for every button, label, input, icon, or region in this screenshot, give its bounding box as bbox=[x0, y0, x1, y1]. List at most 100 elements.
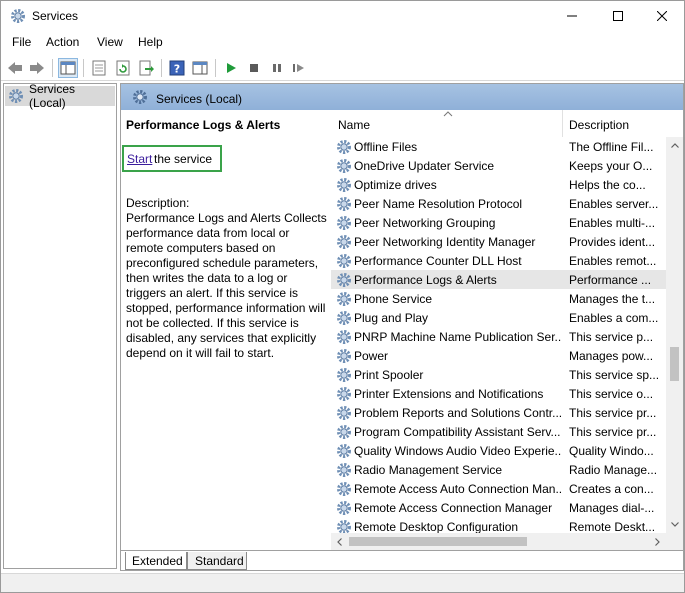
service-description: Manages dial-... bbox=[569, 501, 655, 515]
column-header-name[interactable]: Name bbox=[331, 110, 563, 137]
services-gear-icon bbox=[9, 89, 23, 103]
service-gear-icon bbox=[337, 178, 351, 192]
action-pane-button[interactable] bbox=[190, 58, 210, 78]
start-service-link[interactable]: Start bbox=[127, 152, 152, 166]
table-row[interactable]: Offline Files The Offline Fil... bbox=[331, 137, 666, 156]
service-description: Enables multi-... bbox=[569, 216, 656, 230]
table-row[interactable]: Peer Name Resolution Protocol Enables ser… bbox=[331, 194, 666, 213]
scroll-up-button[interactable] bbox=[666, 137, 683, 154]
table-row[interactable]: Printer Extensions and Notifications This… bbox=[331, 384, 666, 403]
service-gear-icon bbox=[337, 197, 351, 211]
description-label: Description: bbox=[126, 196, 190, 210]
services-gear-icon bbox=[133, 90, 147, 104]
chevron-left-icon bbox=[337, 537, 342, 546]
scroll-down-button[interactable] bbox=[666, 516, 683, 533]
scroll-right-button[interactable] bbox=[649, 533, 666, 550]
chevron-right-icon bbox=[655, 537, 660, 546]
menu-view[interactable]: View bbox=[97, 35, 123, 49]
close-button[interactable] bbox=[639, 1, 685, 31]
menu-file[interactable]: File bbox=[12, 35, 31, 49]
close-icon bbox=[657, 11, 667, 21]
table-row[interactable]: Power Manages pow... bbox=[331, 346, 666, 365]
table-row[interactable]: Peer Networking Identity Manager Provides… bbox=[331, 232, 666, 251]
back-button[interactable] bbox=[5, 58, 25, 78]
service-description: Enables a com... bbox=[569, 311, 659, 325]
tree-item-services-local[interactable]: Services (Local) bbox=[5, 82, 115, 110]
help-icon: ? bbox=[169, 60, 185, 76]
table-row[interactable]: Quality Windows Audio Video Experie... Qu… bbox=[331, 441, 666, 460]
services-list: Name Description Offline Files The Offlin… bbox=[331, 110, 683, 550]
maximize-button[interactable] bbox=[595, 1, 641, 31]
scroll-left-button[interactable] bbox=[331, 533, 348, 550]
minimize-button[interactable] bbox=[549, 1, 595, 31]
tab-extended[interactable]: Extended bbox=[125, 552, 187, 570]
service-name: Print Spooler bbox=[354, 368, 424, 382]
tab-standard[interactable]: Standard bbox=[187, 552, 247, 570]
service-gear-icon bbox=[337, 140, 351, 154]
service-name: Program Compatibility Assistant Serv... bbox=[354, 425, 561, 439]
service-gear-icon bbox=[337, 368, 351, 382]
table-row[interactable]: Remote Access Connection Manager Manages … bbox=[331, 498, 666, 517]
service-gear-icon bbox=[337, 159, 351, 173]
table-row[interactable]: Problem Reports and Solutions Contr... Th… bbox=[331, 403, 666, 422]
restart-icon bbox=[293, 64, 304, 72]
service-name: Remote Access Connection Manager bbox=[354, 501, 553, 515]
export-list-button[interactable] bbox=[136, 58, 156, 78]
column-header-description[interactable]: Description bbox=[563, 110, 666, 137]
pause-service-button[interactable] bbox=[267, 58, 287, 78]
stop-service-button[interactable] bbox=[244, 58, 264, 78]
refresh-button[interactable] bbox=[113, 58, 133, 78]
table-row[interactable]: Performance Logs & Alerts Performance ... bbox=[331, 270, 666, 289]
service-description: Quality Windo... bbox=[569, 444, 654, 458]
service-name: OneDrive Updater Service bbox=[354, 159, 495, 173]
export-list-icon bbox=[139, 60, 154, 76]
service-gear-icon bbox=[337, 444, 351, 458]
service-title: Performance Logs & Alerts bbox=[126, 118, 281, 132]
chevron-up-icon bbox=[670, 143, 679, 148]
service-description: The Offline Fil... bbox=[569, 140, 654, 154]
table-row[interactable]: OneDrive Updater Service Keeps your O... bbox=[331, 156, 666, 175]
properties-button[interactable] bbox=[89, 58, 109, 78]
help-button[interactable]: ? bbox=[167, 58, 187, 78]
table-row[interactable]: Print Spooler This service sp... bbox=[331, 365, 666, 384]
service-description: Performance ... bbox=[569, 273, 652, 287]
table-row[interactable]: Optimize drives Helps the co... bbox=[331, 175, 666, 194]
service-description: This service o... bbox=[569, 387, 654, 401]
forward-button[interactable] bbox=[27, 58, 47, 78]
service-gear-icon bbox=[337, 482, 351, 496]
table-row[interactable]: Remote Access Auto Connection Man... Crea… bbox=[331, 479, 666, 498]
start-service-button[interactable] bbox=[221, 58, 241, 78]
table-row[interactable]: Program Compatibility Assistant Serv... T… bbox=[331, 422, 666, 441]
toolbar: ? bbox=[1, 55, 684, 81]
service-gear-icon bbox=[337, 292, 351, 306]
service-name: Plug and Play bbox=[354, 311, 429, 325]
restart-service-button[interactable] bbox=[289, 58, 309, 78]
table-row[interactable]: Plug and Play Enables a com... bbox=[331, 308, 666, 327]
service-name: Remote Access Auto Connection Man... bbox=[354, 482, 561, 496]
console-tree: Services (Local) bbox=[3, 82, 117, 569]
table-row[interactable]: Phone Service Manages the t... bbox=[331, 289, 666, 308]
service-name: Peer Networking Grouping bbox=[354, 216, 496, 230]
service-name: Peer Name Resolution Protocol bbox=[354, 197, 523, 211]
table-row[interactable]: PNRP Machine Name Publication Ser... This… bbox=[331, 327, 666, 346]
vertical-scrollbar[interactable] bbox=[666, 137, 683, 533]
service-name: PNRP Machine Name Publication Ser... bbox=[354, 330, 561, 344]
service-name: Power bbox=[354, 349, 389, 363]
console-tree-icon bbox=[60, 61, 76, 75]
tree-item-label: Services (Local) bbox=[29, 82, 76, 110]
service-name: Offline Files bbox=[354, 140, 418, 154]
sort-ascending-icon bbox=[443, 111, 453, 117]
menu-action[interactable]: Action bbox=[46, 35, 79, 49]
horizontal-scroll-thumb[interactable] bbox=[349, 537, 527, 546]
back-arrow-icon bbox=[8, 62, 22, 74]
menu-help[interactable]: Help bbox=[138, 35, 163, 49]
service-gear-icon bbox=[337, 235, 351, 249]
table-row[interactable]: Performance Counter DLL Host Enables remo… bbox=[331, 251, 666, 270]
service-description: This service sp... bbox=[569, 368, 660, 382]
vertical-scroll-thumb[interactable] bbox=[670, 347, 679, 381]
table-row[interactable]: Radio Management Service Radio Manage... bbox=[331, 460, 666, 479]
table-row[interactable]: Peer Networking Grouping Enables multi-..… bbox=[331, 213, 666, 232]
horizontal-scrollbar[interactable] bbox=[331, 533, 666, 550]
services-pane: Services (Local) Performance Logs & Aler… bbox=[120, 83, 684, 571]
show-hide-console-tree-button[interactable] bbox=[58, 58, 78, 78]
